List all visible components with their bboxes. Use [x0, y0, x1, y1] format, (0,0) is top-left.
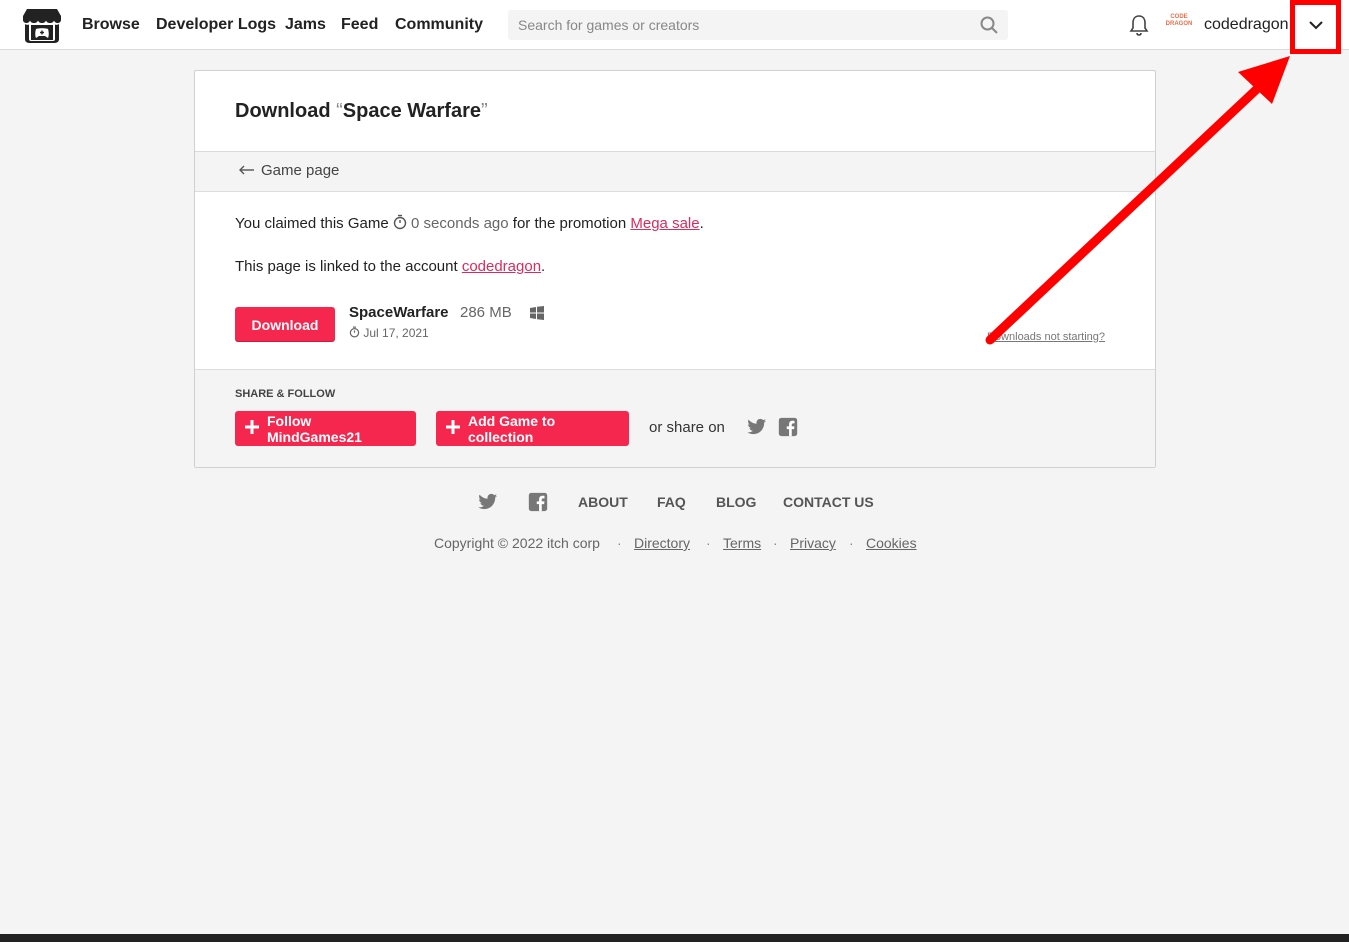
linked-account-message: This page is linked to the account coded…: [235, 258, 545, 275]
separator: ·: [773, 535, 778, 551]
separator: ·: [849, 535, 854, 551]
nav-jams[interactable]: Jams: [285, 0, 326, 50]
footer-about-link[interactable]: ABOUT: [578, 494, 628, 510]
search-icon[interactable]: [980, 16, 998, 34]
username[interactable]: codedragon: [1204, 0, 1289, 49]
period: .: [541, 258, 546, 275]
close-quote: ”: [481, 100, 488, 122]
avatar[interactable]: CODE DRAGON: [1165, 14, 1193, 36]
bottom-bar: [0, 934, 1349, 942]
footer-directory-link[interactable]: Directory: [634, 535, 690, 551]
file-size: 286 MB: [460, 304, 512, 321]
user-menu-dropdown-button[interactable]: [1290, 0, 1341, 54]
share-follow-title: SHARE & FOLLOW: [235, 388, 336, 400]
facebook-icon[interactable]: [778, 417, 798, 437]
download-button[interactable]: Download: [235, 307, 335, 342]
download-card: Download “Space Warfare” Game page You c…: [194, 70, 1156, 468]
promotion-link[interactable]: Mega sale: [630, 215, 699, 232]
follow-button[interactable]: Follow MindGames21: [235, 411, 416, 446]
follow-button-label: Follow MindGames21: [267, 412, 362, 445]
share-follow-section: SHARE & FOLLOW Follow MindGames21 Add Ga…: [195, 370, 1155, 467]
add-to-collection-button[interactable]: Add Game to collection: [436, 411, 629, 446]
download-body: You claimed this Game 0 seconds ago for …: [195, 192, 1155, 370]
page-title: Download “Space Warfare”: [235, 100, 1115, 123]
footer-privacy-link[interactable]: Privacy: [790, 535, 836, 551]
arrow-left-icon: [239, 165, 254, 175]
footer-terms-link[interactable]: Terms: [723, 535, 761, 551]
footer-contact-link[interactable]: CONTACT US: [783, 494, 874, 510]
game-title: Space Warfare: [342, 100, 481, 122]
add-to-collection-label: Add Game to collection: [468, 412, 556, 445]
claimed-prefix: You claimed this Game: [235, 215, 389, 232]
promotion-prefix: for the promotion: [512, 215, 627, 232]
notification-bell-icon[interactable]: [1128, 13, 1150, 37]
search-box: [508, 10, 1008, 40]
or-share-on-label: or share on: [649, 419, 725, 436]
search-input[interactable]: [508, 10, 1008, 40]
claimed-time: 0 seconds ago: [411, 215, 509, 232]
claim-message: You claimed this Game 0 seconds ago for …: [235, 214, 704, 232]
title-prefix: Download: [235, 100, 331, 122]
itch-logo-icon[interactable]: [22, 7, 62, 43]
copyright-text: Copyright © 2022 itch corp: [434, 535, 600, 551]
file-date-text: Jul 17, 2021: [363, 326, 429, 340]
linked-prefix: This page is linked to the account: [235, 258, 458, 275]
separator: ·: [617, 535, 622, 551]
plus-icon: [446, 420, 460, 434]
footer-blog-link[interactable]: BLOG: [716, 494, 756, 510]
open-quote: “: [336, 100, 343, 122]
twitter-icon[interactable]: [747, 417, 767, 437]
file-name: SpaceWarfare: [349, 304, 449, 321]
linked-account-link[interactable]: codedragon: [462, 258, 541, 275]
period: .: [699, 215, 704, 232]
card-header: Download “Space Warfare”: [195, 71, 1155, 152]
footer-cookies-link[interactable]: Cookies: [866, 535, 917, 551]
chevron-down-icon: [1309, 21, 1323, 30]
back-to-game-page-link[interactable]: Game page: [195, 152, 1155, 192]
top-bar: Browse Developer Logs Jams Feed Communit…: [0, 0, 1349, 54]
footer-faq-link[interactable]: FAQ: [657, 494, 686, 510]
footer-facebook-icon[interactable]: [528, 492, 548, 512]
plus-icon: [245, 420, 259, 434]
stopwatch-icon: [393, 214, 407, 230]
file-date: Jul 17, 2021: [349, 326, 429, 340]
back-label: Game page: [261, 162, 340, 179]
stopwatch-icon: [349, 326, 360, 338]
nav-community[interactable]: Community: [395, 0, 483, 50]
nav-browse[interactable]: Browse: [82, 0, 140, 50]
nav-developer-logs[interactable]: Developer Logs: [156, 0, 276, 50]
downloads-not-starting-link[interactable]: Downloads not starting?: [987, 331, 1105, 343]
footer-twitter-icon[interactable]: [478, 492, 498, 512]
windows-icon: [530, 306, 544, 320]
separator: ·: [706, 535, 711, 551]
nav-feed[interactable]: Feed: [341, 0, 378, 50]
